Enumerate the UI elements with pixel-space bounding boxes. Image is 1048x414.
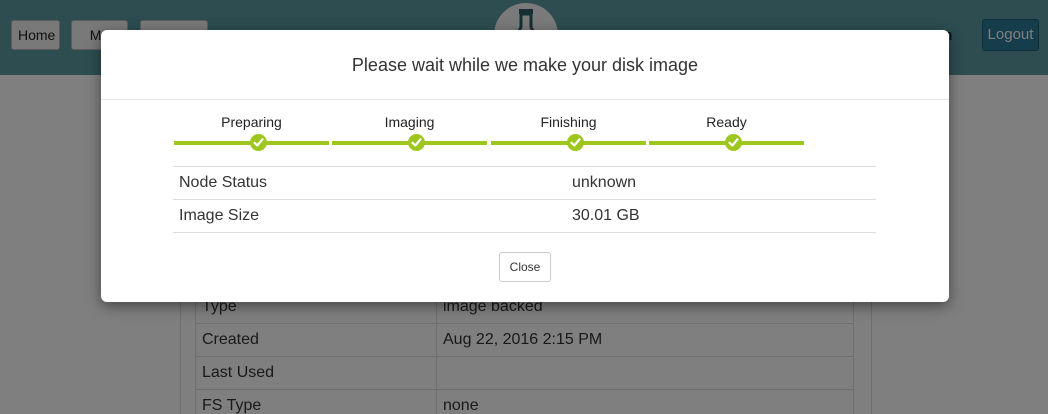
checkmark-icon xyxy=(567,134,584,151)
step-label: Finishing xyxy=(540,114,597,130)
table-row: Image Size 30.01 GB xyxy=(173,199,876,233)
progress-steps: Preparing Imaging Finishing Ready xyxy=(174,112,804,152)
disk-image-modal: Please wait while we make your disk imag… xyxy=(101,30,949,302)
status-value: unknown xyxy=(566,166,876,200)
status-key: Node Status xyxy=(173,166,566,200)
modal-title: Please wait while we make your disk imag… xyxy=(351,55,699,75)
checkmark-icon xyxy=(250,134,267,151)
checkmark-icon xyxy=(408,134,425,151)
modal-header: Please wait while we make your disk imag… xyxy=(101,30,949,100)
step-label: Preparing xyxy=(221,114,282,130)
step-label: Imaging xyxy=(384,114,435,130)
step-ready: Ready xyxy=(649,112,804,152)
checkmark-icon xyxy=(725,134,742,151)
step-finishing: Finishing xyxy=(491,112,646,152)
step-preparing: Preparing xyxy=(174,112,329,152)
status-value: 30.01 GB xyxy=(566,199,876,233)
status-key: Image Size xyxy=(173,199,566,233)
status-table: Node Status unknown Image Size 30.01 GB xyxy=(173,166,876,233)
step-label: Ready xyxy=(706,114,747,130)
close-button[interactable]: Close xyxy=(499,252,551,282)
table-row: Node Status unknown xyxy=(173,166,876,200)
step-imaging: Imaging xyxy=(332,112,487,152)
